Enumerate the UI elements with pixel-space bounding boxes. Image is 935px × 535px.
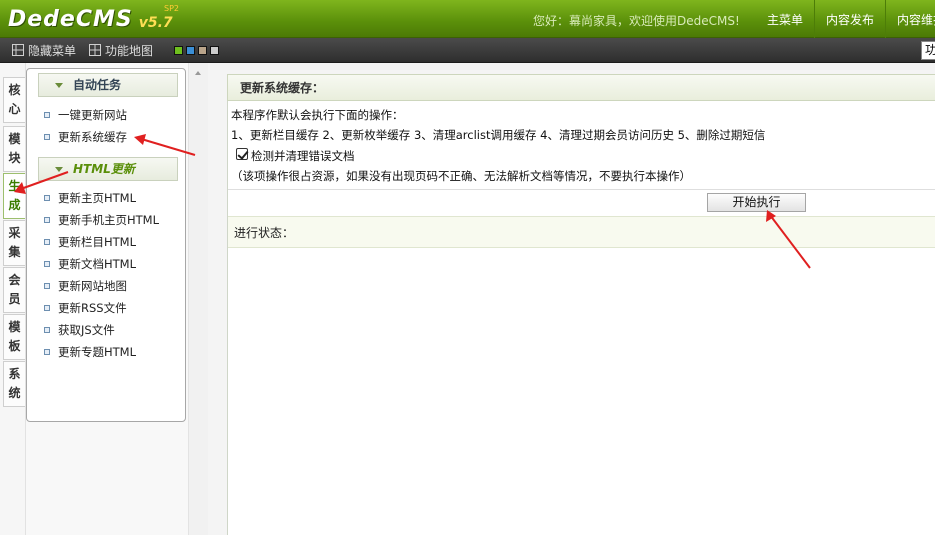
site-map-button[interactable]: 功能地图 (89, 42, 153, 58)
hide-menu-label: 隐藏菜单 (28, 43, 77, 58)
status-label: 进行状态： (234, 226, 295, 240)
menu-item-label: 更新文档HTML (58, 257, 137, 271)
menu-group-title: HTML更新 (73, 162, 135, 176)
menu-item-update-rss[interactable]: 更新RSS文件 (44, 298, 127, 318)
tab-core-label: 核心 (8, 83, 21, 116)
module-tabs: 核心 模块 生成 采集 会员 模板 系统 (0, 63, 26, 535)
menu-item-update-category[interactable]: 更新栏目HTML (44, 232, 136, 252)
grid-icon (12, 44, 24, 56)
menu-item-update-site[interactable]: 一键更新网站 (44, 105, 127, 125)
top-nav: 主菜单 内容发布 内容维护 (756, 0, 935, 38)
hide-menu-button[interactable]: 隐藏菜单 (12, 42, 76, 58)
description-line: 本程序作默认会执行下面的操作： (231, 108, 404, 122)
menu-item-label: 更新系统缓存 (58, 130, 127, 144)
tab-generate-label: 生成 (8, 179, 21, 212)
content-card (227, 74, 935, 535)
bullet-icon (44, 112, 50, 118)
operations-list: 1、更新栏目缓存 2、更新枚举缓存 3、清理arclist调用缓存 4、清理过期… (231, 128, 766, 142)
bullet-icon (44, 305, 50, 311)
tab-template[interactable]: 模板 (3, 314, 25, 360)
menu-item-label: 更新主页HTML (58, 191, 137, 205)
bullet-icon (44, 327, 50, 333)
tab-template-label: 模板 (8, 320, 21, 353)
menu-item-get-js[interactable]: 获取JS文件 (44, 320, 115, 340)
bullet-icon (44, 349, 50, 355)
menu-group-auto-tasks[interactable]: 自动任务 (38, 73, 178, 97)
toolbar: 隐藏菜单 功能地图 功 (0, 38, 935, 63)
menu-item-update-home[interactable]: 更新主页HTML (44, 188, 136, 208)
nav-content-publish[interactable]: 内容发布 (814, 0, 885, 38)
tab-member-label: 会员 (8, 273, 21, 306)
menu-item-update-cache[interactable]: 更新系统缓存 (44, 127, 127, 147)
sitemap-icon (89, 44, 101, 56)
skin-gray[interactable] (210, 46, 219, 55)
skin-brown[interactable] (198, 46, 207, 55)
tab-module[interactable]: 模块 (3, 126, 25, 172)
bullet-icon (44, 134, 50, 140)
tab-collect[interactable]: 采集 (3, 220, 25, 266)
skin-blue[interactable] (186, 46, 195, 55)
tab-collect-label: 采集 (8, 226, 21, 259)
top-header: DedeCMS v5.7 SP2 您好：幕尚家具，欢迎使用DedeCMS! 主菜… (0, 0, 935, 38)
menu-item-update-mobile-home[interactable]: 更新手机主页HTML (44, 210, 159, 230)
bullet-icon (44, 217, 50, 223)
bullet-icon (44, 239, 50, 245)
tab-generate[interactable]: 生成 (3, 173, 25, 219)
quick-function-box[interactable]: 功 (921, 41, 935, 60)
bullet-icon (44, 261, 50, 267)
page-title: 更新系统缓存： (227, 74, 935, 101)
menu-item-label: 更新手机主页HTML (58, 213, 160, 227)
logo-edition: SP2 (164, 4, 179, 13)
menu-item-label: 更新网站地图 (58, 279, 127, 293)
status-bar: 进行状态： (228, 216, 935, 248)
bullet-icon (44, 195, 50, 201)
nav-content-maintain[interactable]: 内容维护 (885, 0, 935, 38)
collapse-arrow-icon (55, 167, 63, 172)
checkbox-label: 检测并清理错误文档 (251, 149, 355, 163)
tab-system-label: 系统 (8, 367, 21, 400)
nav-main-menu[interactable]: 主菜单 (756, 0, 814, 38)
menu-item-update-special[interactable]: 更新专题HTML (44, 342, 136, 362)
menu-item-label: 更新RSS文件 (58, 301, 127, 315)
skin-green[interactable] (174, 46, 183, 55)
menu-item-update-sitemap[interactable]: 更新网站地图 (44, 276, 127, 296)
logo-text: DedeCMS (8, 7, 133, 32)
panel-splitter[interactable] (188, 63, 208, 535)
skin-selector (174, 46, 219, 55)
bullet-icon (44, 283, 50, 289)
menu-item-label: 更新专题HTML (58, 345, 137, 359)
start-button[interactable]: 开始执行 (707, 193, 806, 212)
menu-item-update-document[interactable]: 更新文档HTML (44, 254, 136, 274)
tab-module-label: 模块 (8, 132, 21, 165)
tab-core[interactable]: 核心 (3, 77, 25, 123)
collapse-up-icon (195, 71, 201, 75)
divider (228, 189, 935, 190)
collapse-arrow-icon (55, 83, 63, 88)
menu-item-label: 一键更新网站 (58, 108, 127, 122)
tab-member[interactable]: 会员 (3, 267, 25, 313)
clean-errors-checkbox[interactable] (236, 148, 248, 160)
logo: DedeCMS v5.7 (8, 6, 173, 32)
menu-item-label: 更新栏目HTML (58, 235, 137, 249)
logo-version: v5.7 (138, 15, 173, 31)
menu-item-label: 获取JS文件 (58, 323, 115, 337)
site-map-label: 功能地图 (105, 43, 154, 58)
welcome-text: 您好：幕尚家具，欢迎使用DedeCMS! (533, 14, 740, 28)
tab-system[interactable]: 系统 (3, 361, 25, 407)
warning-note: （该项操作很占资源，如果没有出现页码不正确、无法解析文档等情况，不要执行本操作） (231, 169, 691, 183)
menu-group-html-update[interactable]: HTML更新 (38, 157, 178, 181)
menu-group-title: 自动任务 (73, 78, 122, 92)
